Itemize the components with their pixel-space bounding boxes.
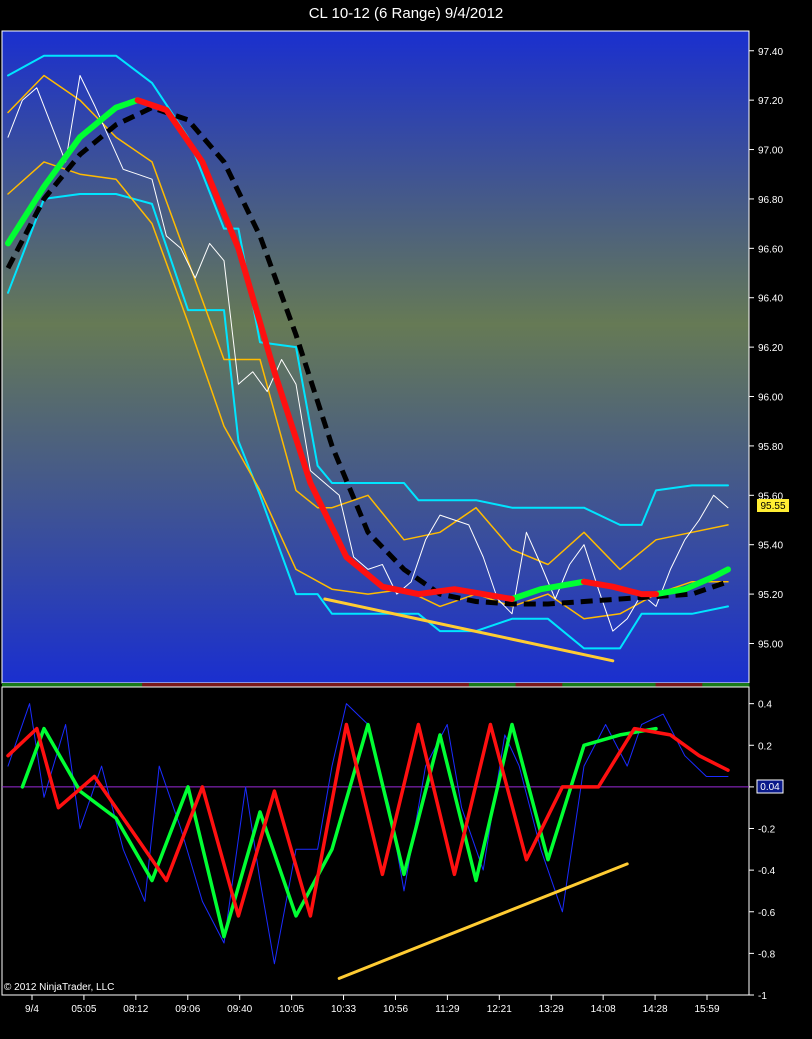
oscillator-axis-tick-label: -0.6 [758,908,776,919]
oscillator-axis-tick-label: -0.8 [758,949,776,960]
strip-segment [468,683,517,687]
oscillator-axis-tick-label: 0.2 [758,741,772,752]
strip-segment [188,683,236,687]
oscillator-axis: 0.40.20-0.2-0.4-0.6-0.8-1 [749,700,776,1002]
copyright-text: © 2012 NinjaTrader, LLC [4,982,114,993]
strip-segment [562,683,610,687]
time-axis-tick-label: 14:08 [591,1004,616,1015]
price-axis-tick-label: 96.40 [758,294,783,305]
price-axis: 97.40 97.20 97.00 96.80 96.60 96.40 96.20 96.00… [749,47,783,651]
price-axis-tick-label: 95.20 [758,590,783,601]
last-osc-marker: 0.04 [756,779,784,794]
time-axis-tick-label: 12:21 [487,1004,512,1015]
oscillator-axis-tick-label: -1 [758,991,767,1002]
strip-segment [2,683,50,687]
price-axis-tick-label: 97.20 [758,96,783,107]
price-axis-tick-label: 97.00 [758,146,783,157]
price-axis-tick-label: 96.80 [758,195,783,206]
strip-segment [142,683,190,687]
bar-color-strip [2,683,750,687]
price-axis-tick-label: 96.20 [758,343,783,354]
chart-title: CL 10-12 (6 Range) 9/4/2012 [0,0,812,27]
time-axis-tick-label: 11:29 [435,1004,460,1015]
oscillator-axis-tick-label: -0.2 [758,825,776,836]
time-axis-tick-label: 14:28 [643,1004,668,1015]
time-axis-tick-label: 9/4 [25,1004,39,1015]
strip-segment [328,683,376,687]
price-axis-tick-label: 96.60 [758,244,783,255]
strip-segment [282,683,330,687]
strip-segment [235,683,283,687]
last-oscillator-label: 0.04 [760,782,780,793]
price-axis-tick-label: 96.00 [758,393,783,404]
strip-segment [515,683,563,687]
time-axis-tick-label: 08:12 [123,1004,148,1015]
strip-segment [608,683,657,687]
last-price-marker: 95.55 [757,499,789,512]
price-axis-tick-label: 95.40 [758,541,783,552]
strip-segment [702,683,750,687]
strip-segment [422,683,470,687]
price-axis-tick-label: 95.80 [758,442,783,453]
time-axis-tick-label: 13:29 [539,1004,564,1015]
strip-segment [48,683,96,687]
time-axis-tick-label: 09:06 [175,1004,200,1015]
time-axis-tick-label: 10:56 [383,1004,408,1015]
price-axis-tick-label: 95.00 [758,640,783,651]
time-axis-tick-label: 10:05 [279,1004,304,1015]
strip-segment [655,683,703,687]
strip-segment [375,683,423,687]
time-axis: 9/4 05:05 08:12 09:06 09:40 10:05 10:33 10:56 11… [25,995,720,1015]
time-axis-tick-label: 15:59 [694,1004,719,1015]
last-price-label: 95.55 [760,501,785,512]
chart-canvas[interactable]: 97.40 97.20 97.00 96.80 96.60 96.40 96.20 96.00… [0,27,812,1039]
time-axis-tick-label: 10:33 [331,1004,356,1015]
oscillator-axis-tick-label: -0.4 [758,866,776,877]
time-axis-tick-label: 09:40 [227,1004,252,1015]
price-axis-tick-label: 97.40 [758,47,783,58]
time-axis-tick-label: 05:05 [71,1004,96,1015]
strip-segment [95,683,143,687]
oscillator-axis-tick-label: 0.4 [758,700,772,711]
